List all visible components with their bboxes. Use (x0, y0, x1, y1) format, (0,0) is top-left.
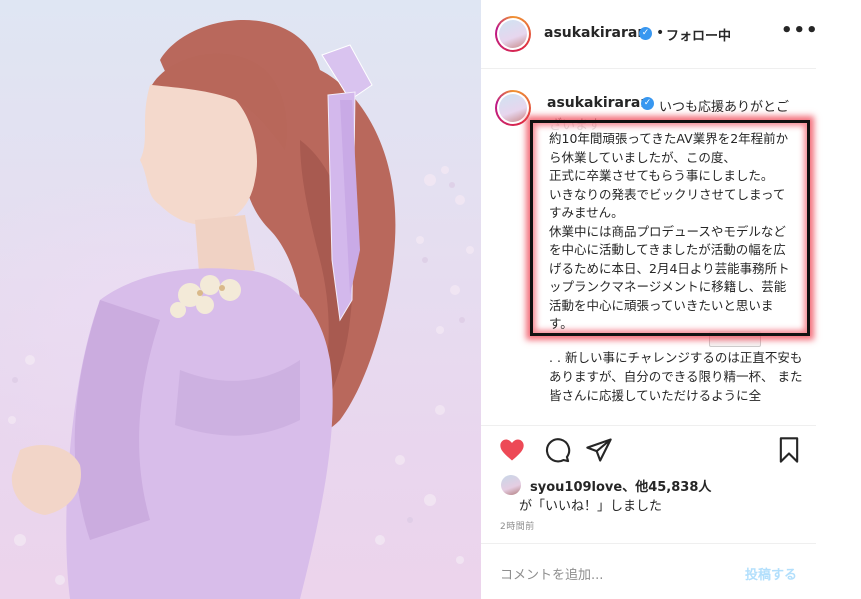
caption-line: . (556, 350, 561, 365)
comment-input[interactable]: コメントを追加... (500, 564, 603, 583)
caption-line: ら休業していましたが、この度、 (549, 149, 736, 165)
liker-avatar[interactable] (501, 475, 521, 495)
bookmark-icon[interactable] (775, 436, 803, 464)
author-avatar[interactable] (495, 16, 531, 52)
caption-line: 正式に卒業させてもらう事にしました。 (549, 168, 774, 183)
caption-line: すみません。 (549, 205, 624, 220)
caption-line: 約10年間頑張ってきたAV業界を2年程前か (549, 131, 789, 146)
likes-count[interactable]: syou109love、他45,838人 (530, 476, 711, 495)
following-button[interactable]: フォロー中 (666, 25, 731, 44)
caption-line: げるために本日、2月4日より芸能事務所ト (549, 260, 790, 276)
post-header: asukakiraran ✓ • フォロー中 ••• (481, 0, 819, 69)
caption-first-line: いつも応援ありがとご (659, 100, 790, 115)
comment-bar: コメントを追加... 投稿する (481, 543, 816, 599)
photo-illustration (8, 20, 474, 599)
separator-dot: • (656, 25, 665, 41)
highlighted-caption: 約10年間頑張ってきたAV業界を2年程前か ら休業していましたが、この度、 正式… (549, 130, 804, 334)
verified-badge-icon: ✓ (641, 97, 654, 110)
caption-line: 休業中には商品プロデュースやモデルなど (549, 223, 786, 239)
caption-line: ありますが、自分のできる限り精一杯、 (549, 369, 774, 384)
post-photo[interactable] (0, 0, 481, 599)
caption-username[interactable]: asukakiraran (547, 95, 650, 111)
caption-avatar[interactable] (495, 90, 531, 126)
caption-line: ップランクマネージメントに移籍し、芸能 (549, 279, 787, 294)
action-bar (481, 425, 816, 473)
more-options-icon[interactable]: ••• (781, 20, 819, 41)
caption-line: 活動を中心に頑張っていきたいと思いま (549, 297, 774, 313)
caption-line: . (549, 350, 553, 365)
likes-suffix: が「いいね！」しました (519, 499, 663, 514)
caption-lower-text: . . 新しい事にチャレンジするのは正直不安も ありますが、自分のできる限り精一… (549, 348, 804, 405)
verified-badge-icon: ✓ (639, 27, 652, 40)
comment-icon[interactable] (543, 436, 571, 464)
highlight-annotation: 約10年間頑張ってきたAV業界を2年程前か ら休業していましたが、この度、 正式… (530, 120, 810, 336)
caption-line: 新しい事にチャレンジするのは正直不安も (564, 350, 803, 365)
caption-line: す。 (549, 316, 573, 331)
share-icon[interactable] (585, 436, 613, 464)
author-username[interactable]: asukakiraran (544, 25, 647, 41)
post-comment-button[interactable]: 投稿する (745, 564, 797, 583)
heart-icon[interactable] (498, 436, 526, 464)
caption-line: いきなりの発表でビックリさせてしまって (549, 186, 786, 202)
caption-line: を中心に活動してきましたが活動の幅を広 (549, 242, 786, 257)
post-timestamp[interactable]: 2時間前 (500, 519, 535, 532)
